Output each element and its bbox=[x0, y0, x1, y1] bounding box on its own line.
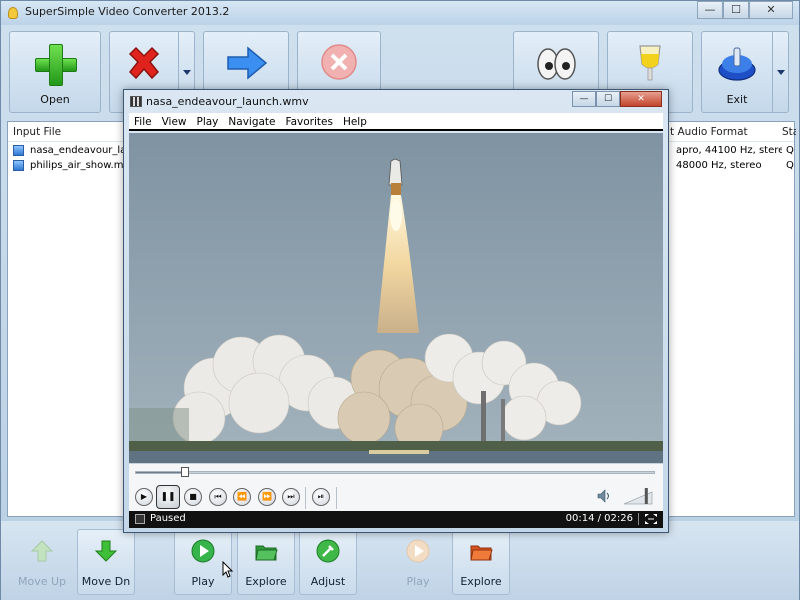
playback-time: 00:14 / 02:26 bbox=[565, 513, 633, 524]
move-down-button[interactable]: Move Dn bbox=[77, 529, 135, 595]
folder-icon bbox=[470, 545, 493, 561]
play-output-button[interactable]: Play bbox=[389, 529, 447, 595]
app-icon bbox=[8, 7, 18, 19]
minimize-button[interactable]: — bbox=[697, 1, 723, 19]
arrow-up-icon bbox=[30, 540, 54, 562]
add-icon bbox=[33, 42, 77, 86]
open-button[interactable]: Open bbox=[9, 31, 101, 113]
player-statusbar: Paused 00:14 / 02:26 bbox=[129, 511, 663, 528]
step-frame-control-icon[interactable]: ⏯ bbox=[312, 488, 330, 506]
explore-label: Explore bbox=[245, 575, 287, 588]
seek-thumb[interactable] bbox=[181, 467, 190, 477]
arrow-down-icon bbox=[94, 540, 118, 562]
wine-glass-icon bbox=[639, 45, 661, 81]
close-button[interactable]: ✕ bbox=[749, 1, 793, 19]
status-icon bbox=[135, 514, 145, 524]
seek-bar[interactable] bbox=[135, 467, 655, 477]
player-close-button[interactable]: ✕ bbox=[620, 91, 662, 107]
column-status[interactable]: Sta bbox=[782, 126, 796, 138]
speaker-icon[interactable] bbox=[597, 489, 613, 503]
player-caption-buttons: — ☐ ✕ bbox=[572, 91, 662, 107]
media-player-window: nasa_endeavour_launch.wmv — ☐ ✕ File Vie… bbox=[123, 89, 669, 533]
play-icon bbox=[191, 539, 215, 563]
main-caption-buttons: — ☐ ✕ bbox=[697, 1, 793, 19]
exit-dropdown[interactable] bbox=[773, 31, 789, 113]
player-menubar: File View Play Navigate Favorites Help bbox=[129, 113, 663, 131]
wrench-icon bbox=[316, 539, 340, 563]
exit-label: Exit bbox=[726, 93, 748, 106]
explore-button[interactable]: Explore bbox=[237, 529, 295, 595]
pause-control-icon[interactable]: ❚❚ bbox=[156, 485, 180, 509]
menu-play[interactable]: Play bbox=[192, 113, 224, 129]
play-control-icon[interactable]: ▶ bbox=[135, 488, 153, 506]
fullscreen-icon[interactable] bbox=[645, 514, 657, 524]
fast-forward-control-icon[interactable]: ⏩ bbox=[258, 488, 276, 506]
playback-status: Paused bbox=[150, 513, 186, 524]
adjust-button[interactable]: Adjust bbox=[299, 529, 357, 595]
folder-icon bbox=[255, 545, 278, 561]
remove-icon bbox=[128, 46, 160, 80]
next-control-icon[interactable]: ⏭ bbox=[282, 488, 300, 506]
file-icon bbox=[13, 160, 24, 171]
video-frame[interactable] bbox=[129, 133, 663, 463]
statusbar-divider bbox=[638, 513, 639, 525]
exit-button[interactable]: Exit bbox=[701, 31, 773, 113]
adjust-label: Adjust bbox=[310, 575, 346, 588]
power-icon bbox=[718, 47, 756, 81]
status-cell: Q bbox=[786, 145, 794, 156]
open-label: Open bbox=[40, 93, 70, 106]
menu-file[interactable]: File bbox=[129, 113, 157, 129]
seek-progress bbox=[136, 472, 186, 473]
previous-control-icon[interactable]: ⏮ bbox=[209, 488, 227, 506]
player-maximize-button[interactable]: ☐ bbox=[596, 91, 620, 107]
maximize-button[interactable]: ☐ bbox=[723, 1, 749, 19]
play-icon bbox=[406, 539, 430, 563]
chevron-down-icon bbox=[777, 70, 785, 75]
rewind-control-icon[interactable]: ⏪ bbox=[233, 488, 251, 506]
file-icon bbox=[13, 145, 24, 156]
player-minimize-button[interactable]: — bbox=[572, 91, 596, 107]
player-controls: ▶ ❚❚ ■ ⏮ ⏪ ⏩ ⏭ ⏯ bbox=[129, 463, 663, 511]
stop-control-icon[interactable]: ■ bbox=[184, 488, 202, 506]
menu-help[interactable]: Help bbox=[338, 113, 372, 129]
control-divider bbox=[305, 487, 306, 509]
menu-navigate[interactable]: Navigate bbox=[223, 113, 280, 129]
menu-view[interactable]: View bbox=[157, 113, 192, 129]
eyes-icon bbox=[537, 48, 576, 80]
move-up-label: Move Up bbox=[17, 575, 67, 588]
column-input-file[interactable]: Input File bbox=[13, 126, 61, 138]
player-title: nasa_endeavour_launch.wmv bbox=[146, 95, 309, 108]
menu-favorites[interactable]: Favorites bbox=[281, 113, 338, 129]
file-name: nasa_endeavour_launc bbox=[30, 145, 130, 156]
file-name: philips_air_show.m2ts bbox=[30, 160, 130, 171]
audio-format: 48000 Hz, stereo bbox=[676, 160, 762, 171]
play-output-label: Play bbox=[406, 575, 430, 588]
explore-output-label: Explore bbox=[460, 575, 502, 588]
move-up-button[interactable]: Move Up bbox=[13, 529, 71, 595]
stop-icon bbox=[321, 44, 357, 80]
app-title: SuperSimple Video Converter 2013.2 bbox=[25, 5, 230, 18]
main-titlebar: SuperSimple Video Converter 2013.2 — ☐ ✕ bbox=[1, 1, 799, 25]
media-file-icon bbox=[130, 96, 142, 107]
audio-format: apro, 44100 Hz, stereo bbox=[676, 145, 782, 156]
explore-output-button[interactable]: Explore bbox=[452, 529, 510, 595]
status-cell: Q bbox=[786, 160, 794, 171]
arrow-right-icon bbox=[227, 46, 268, 80]
mouse-cursor-icon bbox=[222, 561, 234, 578]
control-divider bbox=[336, 487, 337, 509]
column-audio-format[interactable]: t Audio Format bbox=[670, 126, 748, 138]
volume-slider[interactable] bbox=[622, 486, 654, 506]
shuttle-launch-image bbox=[129, 133, 663, 463]
chevron-down-icon bbox=[183, 70, 191, 75]
move-down-label: Move Dn bbox=[81, 575, 131, 588]
